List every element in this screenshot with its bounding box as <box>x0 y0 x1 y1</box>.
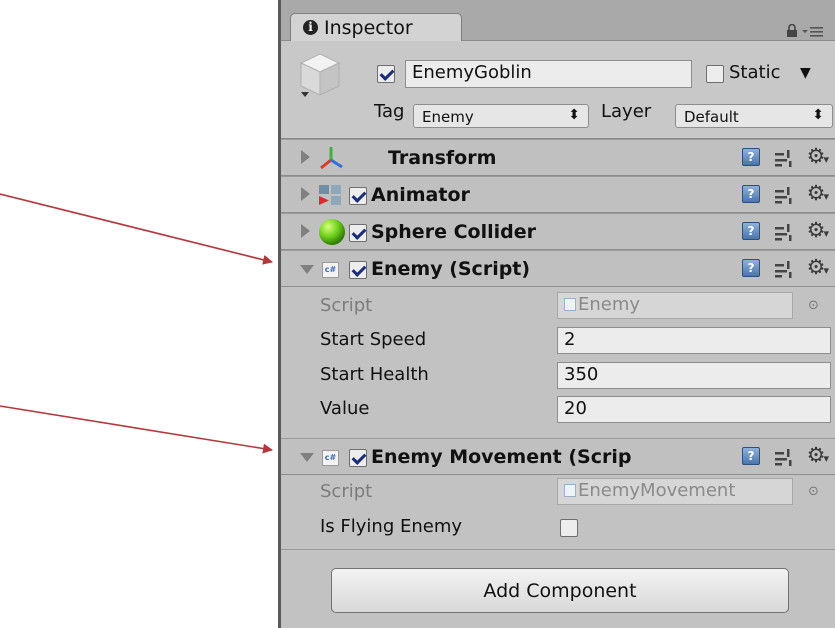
gameobject-cube-icon <box>299 53 341 97</box>
foldout-down-icon[interactable] <box>300 265 314 274</box>
component-enemy-script-title: Enemy (Script) <box>371 258 531 280</box>
sphere-collider-icon <box>319 219 345 245</box>
inspector-tab-bar: i Inspector <box>281 0 835 41</box>
preset-icon[interactable] <box>773 447 793 467</box>
help-icon[interactable]: ? <box>742 185 760 203</box>
help-icon[interactable]: ? <box>742 222 760 240</box>
preset-icon[interactable] <box>773 222 793 242</box>
gear-icon[interactable]: ⚙▾ <box>807 181 829 205</box>
lock-icon[interactable] <box>787 24 797 38</box>
info-icon: i <box>303 20 318 35</box>
gameobject-name-field[interactable]: EnemyGoblin <box>405 60 692 88</box>
object-picker-icon[interactable]: ⊙ <box>808 298 819 313</box>
layer-value: Default <box>684 108 739 126</box>
script-icon <box>564 298 576 311</box>
start-health-label: Start Health <box>320 364 429 385</box>
static-dropdown-icon[interactable]: ▼ <box>800 65 811 81</box>
component-sphere-collider-header[interactable]: Sphere Collider ? ⚙▾ <box>281 213 835 250</box>
help-icon[interactable]: ? <box>742 259 760 277</box>
start-speed-field[interactable]: 2 <box>557 327 831 354</box>
enemy-script-value: Enemy <box>578 294 641 315</box>
chevron-updown-icon: ⬍ <box>568 107 580 123</box>
sphere-collider-enabled-toggle[interactable] <box>349 224 367 242</box>
animator-enabled-toggle[interactable] <box>349 187 367 205</box>
start-health-field[interactable]: 350 <box>557 362 831 389</box>
active-toggle[interactable] <box>377 65 395 83</box>
tag-dropdown[interactable]: Enemy ⬍ <box>413 104 589 128</box>
script-icon: c# <box>322 262 339 278</box>
component-enemy-movement-title: Enemy Movement (Scrip <box>371 446 632 468</box>
gear-icon[interactable]: ⚙▾ <box>807 443 829 467</box>
tab-tools <box>787 24 823 38</box>
arrow-to-enemy-script <box>0 193 273 265</box>
gameobject-header: EnemyGoblin Static ▼ Tag Enemy ⬍ Layer D… <box>281 41 835 139</box>
foldout-right-icon[interactable] <box>301 224 310 238</box>
enemy-script-label: Script <box>320 295 373 316</box>
component-transform-title: Transform <box>388 147 497 169</box>
script-icon: c# <box>322 450 339 466</box>
gear-icon[interactable]: ⚙▾ <box>807 144 829 168</box>
gear-icon[interactable]: ⚙▾ <box>807 255 829 279</box>
value-label: Value <box>320 398 370 419</box>
animator-icon <box>319 185 341 205</box>
tag-label: Tag <box>374 101 405 122</box>
preset-icon[interactable] <box>773 148 793 168</box>
is-flying-enemy-checkbox[interactable] <box>560 519 578 537</box>
chevron-updown-icon: ⬍ <box>812 107 824 123</box>
arrow-to-enemy-movement <box>0 405 273 454</box>
component-animator-header[interactable]: Animator ? ⚙▾ <box>281 176 835 213</box>
inspector-panel: i Inspector EnemyGoblin Static ▼ Tag Ene… <box>278 0 835 628</box>
enemy-script-enabled-toggle[interactable] <box>349 261 367 279</box>
preset-icon[interactable] <box>773 259 793 279</box>
preset-icon[interactable] <box>773 185 793 205</box>
gear-icon[interactable]: ⚙▾ <box>807 218 829 242</box>
component-enemy-movement-header[interactable]: c# Enemy Movement (Scrip ? ⚙▾ <box>281 438 835 475</box>
transform-axes-icon <box>320 147 343 170</box>
foldout-right-icon[interactable] <box>301 187 310 201</box>
tab-inspector-label: Inspector <box>324 16 413 39</box>
foldout-right-icon[interactable] <box>301 150 310 164</box>
component-transform-header[interactable]: Transform ? ⚙▾ <box>281 139 835 176</box>
value-field[interactable]: 20 <box>557 396 831 423</box>
layer-dropdown[interactable]: Default ⬍ <box>675 104 833 128</box>
foldout-down-icon[interactable] <box>300 453 314 462</box>
object-picker-icon[interactable]: ⊙ <box>808 484 819 499</box>
enemy-movement-script-field[interactable]: EnemyMovement <box>557 478 793 505</box>
enemy-movement-script-value: EnemyMovement <box>578 480 736 501</box>
divider <box>281 549 835 550</box>
add-component-button[interactable]: Add Component <box>331 568 789 613</box>
component-animator-title: Animator <box>371 184 470 206</box>
menu-icon[interactable] <box>802 27 823 37</box>
static-checkbox[interactable] <box>706 65 724 83</box>
help-icon[interactable]: ? <box>742 148 760 166</box>
tag-value: Enemy <box>422 108 474 126</box>
enemy-movement-script-label: Script <box>320 481 373 502</box>
start-speed-label: Start Speed <box>320 329 427 350</box>
enemy-script-field[interactable]: Enemy <box>557 292 793 319</box>
is-flying-enemy-label: Is Flying Enemy <box>320 516 463 537</box>
help-icon[interactable]: ? <box>742 447 760 465</box>
component-enemy-script-header[interactable]: c# Enemy (Script) ? ⚙▾ <box>281 250 835 287</box>
enemy-movement-enabled-toggle[interactable] <box>349 449 367 467</box>
script-icon <box>564 484 576 497</box>
layer-label: Layer <box>601 101 652 122</box>
component-sphere-collider-title: Sphere Collider <box>371 221 536 243</box>
static-label: Static <box>729 62 781 83</box>
tab-inspector[interactable]: i Inspector <box>290 13 462 41</box>
